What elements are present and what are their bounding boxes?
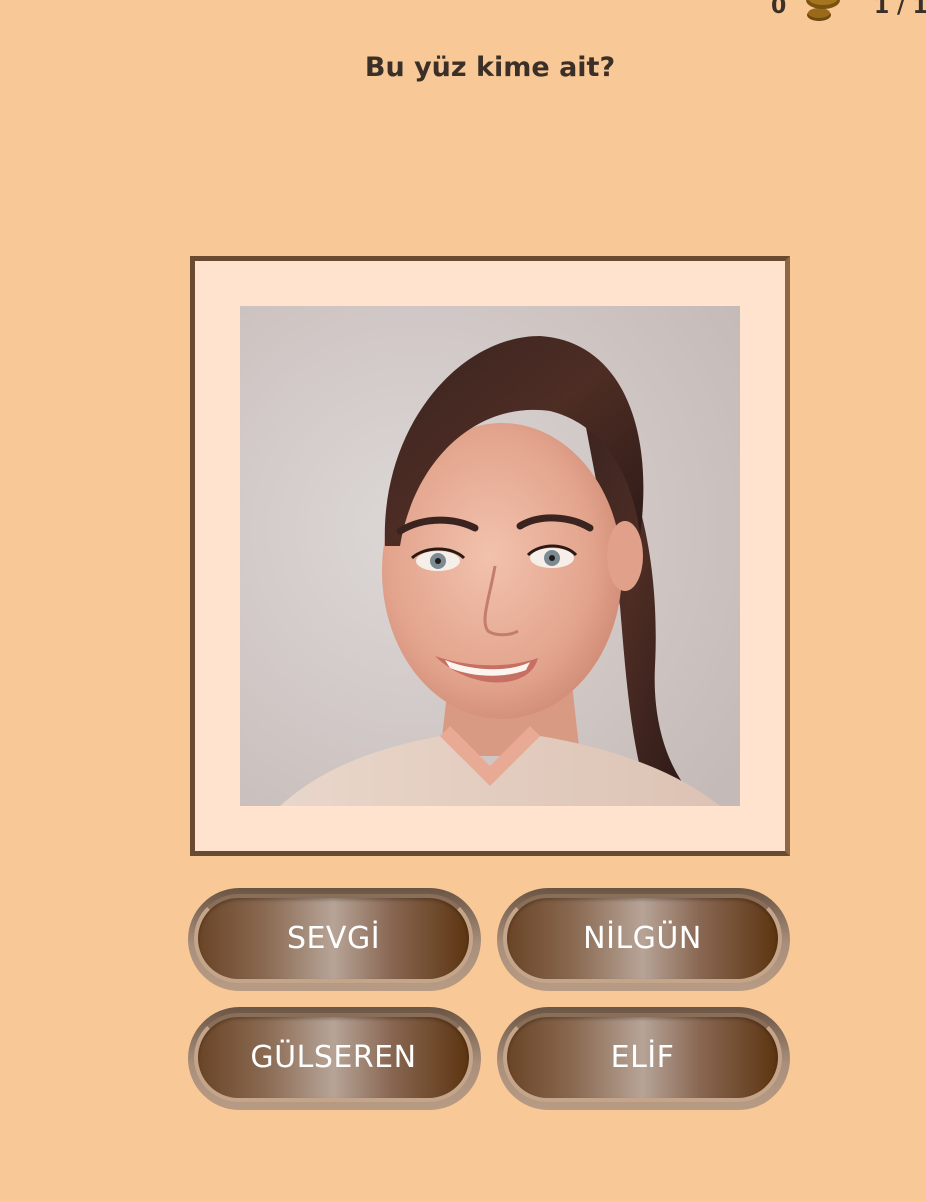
answer-button-4[interactable]: ELİF xyxy=(497,1007,790,1110)
answer-button-3[interactable]: GÜLSEREN xyxy=(188,1007,481,1110)
answer-button-face[interactable]: SEVGİ xyxy=(194,894,473,983)
answer-button-face[interactable]: GÜLSEREN xyxy=(194,1013,473,1102)
answer-button-face[interactable]: ELİF xyxy=(503,1013,782,1102)
answer-grid: SEVGİ NİLGÜN GÜLSEREN ELİF xyxy=(188,888,790,1112)
photo-frame xyxy=(190,256,790,856)
answer-button-2[interactable]: NİLGÜN xyxy=(497,888,790,991)
answer-label: ELİF xyxy=(610,1040,675,1075)
question-text: Bu yüz kime ait? xyxy=(364,52,616,83)
score-value: 0 xyxy=(771,0,787,19)
portrait-photo xyxy=(240,306,740,806)
answer-button-face[interactable]: NİLGÜN xyxy=(503,894,782,983)
top-hud: 0 1 / 10 xyxy=(0,0,926,28)
answer-label: NİLGÜN xyxy=(583,921,702,956)
coin-icon xyxy=(806,0,840,21)
answer-label: SEVGİ xyxy=(286,921,381,956)
answer-button-1[interactable]: SEVGİ xyxy=(188,888,481,991)
answer-label: GÜLSEREN xyxy=(250,1040,417,1075)
question-progress: 1 / 10 xyxy=(874,0,926,19)
